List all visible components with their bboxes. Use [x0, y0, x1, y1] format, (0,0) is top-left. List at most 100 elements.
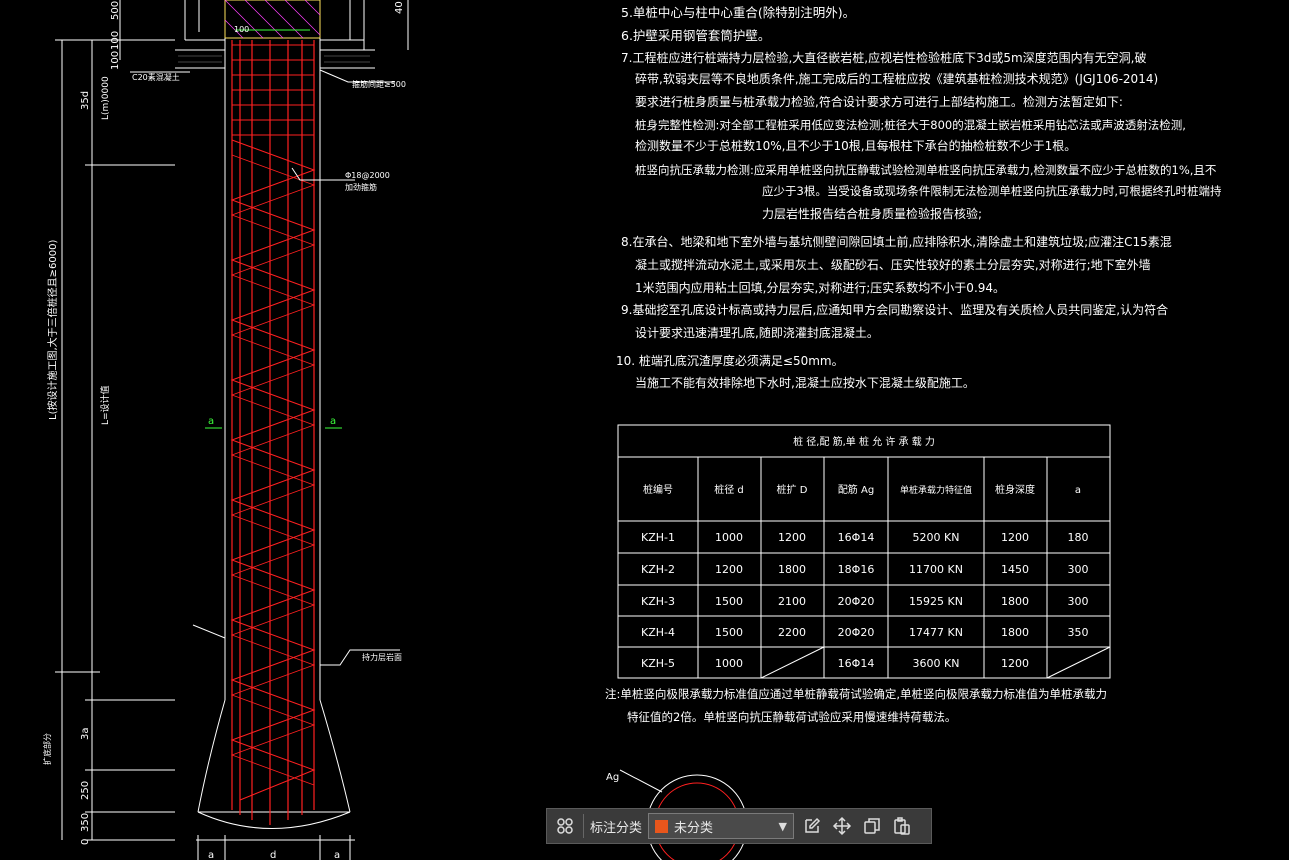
table-cell: 20Φ20 [838, 595, 875, 608]
table-cell: KZH-2 [641, 563, 675, 576]
note-7a: 7.工程桩应进行桩端持力层检验,大直径嵌岩桩,应视岩性检验桩底下3d或5m深度范… [621, 50, 1146, 65]
dim-350: 350 [80, 813, 91, 832]
note-7b: 碎带,软弱夹层等不良地质条件,施工完成后的工程桩应按《建筑基桩检测技术规范》(J… [635, 71, 1158, 86]
table-cell: 180 [1068, 531, 1089, 544]
note-7c: 要求进行桩身质量与桩承载力检验,符合设计要求方可进行上部结构施工。检测方法暂定如… [635, 94, 1123, 109]
label-a-bottom-left: a [208, 850, 214, 860]
table-cell: 1200 [715, 563, 743, 576]
construction-notes: 5.单桩中心与柱中心重合(除特别注明外)。 6.护壁采用钢管套筒护壁。 7.工程… [616, 5, 1222, 390]
toolbar-divider [583, 814, 584, 838]
dim-l-sub: L=设计值 [99, 385, 111, 425]
table-cell: 20Φ20 [838, 626, 875, 639]
table-cell: 1800 [1001, 595, 1029, 608]
paste-icon[interactable] [890, 814, 914, 838]
label-stirrup-spacing: 箍筋间距≥500 [352, 79, 406, 89]
note-8a: 8.在承台、地梁和地下室外墙与基坑侧壁间隙回填土前,应排除积水,清除虚土和建筑垃… [621, 234, 1172, 249]
note-6: 6.护壁采用钢管套筒护壁。 [621, 28, 770, 43]
table-title: 桩 径,配 筋,单 桩 允 许 承 载 力 [793, 435, 935, 448]
table-header-cell: 桩身深度 [995, 483, 1035, 496]
dim-3a: 3a [80, 728, 91, 741]
dim-l-total: L(按设计施工图,大于三倍桩径且≥6000) [46, 240, 59, 420]
table-cell: 11700 KN [909, 563, 963, 576]
table-cell: 1800 [1001, 626, 1029, 639]
table-header-cell: a [1075, 485, 1081, 496]
label-a-left: a [208, 416, 214, 427]
table-row: KZH-2 1200 1800 18Φ16 11700 KN 1450 300 [641, 563, 1089, 576]
dim-40: 40 [394, 1, 405, 14]
table-cell: 1000 [715, 657, 743, 670]
table-cell: 300 [1068, 595, 1089, 608]
table-header-cell: 桩径 d [714, 483, 744, 496]
dim-100b: 100 [110, 51, 121, 70]
note-8c: 1米范围内应用粘土回填,分层夯实,对称进行;压实系数均不小于0.94。 [635, 280, 1005, 295]
table-cell: 300 [1068, 563, 1089, 576]
copy-icon[interactable] [860, 814, 884, 838]
label-a-bottom-right: a [334, 850, 340, 860]
dim-35d: 35d [80, 91, 91, 110]
table-header-row: 桩编号 桩径 d 桩扩 D 配筋 Ag 单桩承载力特征值 桩身深度 a [643, 483, 1081, 496]
note-5: 5.单桩中心与柱中心重合(除特别注明外)。 [621, 5, 855, 20]
table-cell: 1500 [715, 595, 743, 608]
table-cell: 1200 [1001, 531, 1029, 544]
table-row: KZH-5 1000 16Φ14 3600 KN 1200 [641, 657, 1029, 670]
cad-drawing-canvas[interactable]: 500 100 100 40 35d L(m)0000 L(按设计施工图,大于三… [0, 0, 1289, 860]
annotation-toolbar: 标注分类 未分类 ▼ [546, 808, 932, 844]
note-7e: 检测数量不少于总桩数10%,且不少于10根,且每根柱下承台的抽检桩数不少于1根。 [635, 138, 1076, 153]
label-bearing-layer: 持力层岩面 [362, 652, 402, 662]
label-d-bottom: d [270, 850, 276, 860]
table-cell: 1800 [778, 563, 806, 576]
table-cell: 350 [1068, 626, 1089, 639]
table-row: KZH-3 1500 2100 20Φ20 15925 KN 1800 300 [641, 595, 1089, 608]
table-row: KZH-1 1000 1200 16Φ14 5200 KN 1200 180 [641, 531, 1089, 544]
table-cell: 17477 KN [909, 626, 963, 639]
table-note-a: 注:单桩竖向极限承载力标准值应通过单桩静载荷试验确定,单桩竖向极限承载力标准值为… [605, 687, 1107, 701]
table-cell: 1500 [715, 626, 743, 639]
table-header-cell: 配筋 Ag [838, 483, 874, 496]
table-cell: 1200 [778, 531, 806, 544]
note-7g: 应少于3根。当受设备或现场条件限制无法检测单桩竖向抗压承载力时,可根据终孔时桩端… [762, 184, 1222, 198]
dim-100a: 100 [110, 31, 121, 50]
label-spiral: Φ18@2000 [345, 171, 390, 180]
note-7f: 桩竖向抗压承载力检测:应采用单桩竖向抗压静载试验检测单桩竖向抗压承载力,检测数量… [635, 163, 1217, 177]
table-cell: 16Φ14 [838, 657, 875, 670]
table-cell: 18Φ16 [838, 563, 875, 576]
edit-icon[interactable] [800, 814, 824, 838]
category-select-value: 未分类 [674, 820, 714, 836]
note-10a: 10. 桩端孔底沉渣厚度必须满足≤50mm。 [616, 353, 844, 368]
table-cell: KZH-5 [641, 657, 675, 670]
label-a-right: a [330, 416, 336, 427]
table-cell: 2200 [778, 626, 806, 639]
table-cell: 1000 [715, 531, 743, 544]
note-9b: 设计要求迅速清理孔底,随即浇灌封底混凝土。 [635, 325, 879, 340]
note-8b: 凝土或搅拌流动水泥土,或采用灰土、级配砂石、压实性较好的素土分层夯实,对称进行;… [635, 257, 1151, 272]
table-header-cell: 桩编号 [643, 483, 673, 496]
table-note-b: 特征值的2倍。单桩竖向抗压静载荷试验应采用慢速维持荷载法。 [627, 710, 956, 724]
table-cell: KZH-4 [641, 626, 675, 639]
note-7h: 力层岩性报告结合桩身质量检验报告核验; [762, 206, 982, 221]
label-100: 100 [234, 25, 249, 34]
table-cell: 1450 [1001, 563, 1029, 576]
dim-0: 0 [80, 839, 91, 845]
grid-apps-icon[interactable] [553, 814, 577, 838]
table-cell: 5200 KN [913, 531, 960, 544]
table-cell: KZH-1 [641, 531, 675, 544]
label-c20: C20素混凝土 [132, 72, 180, 82]
table-cell: 15925 KN [909, 595, 963, 608]
table-header-cell: 单桩承载力特征值 [900, 484, 972, 496]
label-spiral-2: 加劲箍筋 [345, 182, 377, 192]
note-9a: 9.基础挖至孔底设计标高或持力层后,应通知甲方会同勘察设计、监理及有关质检人员共… [621, 302, 1168, 317]
move-icon[interactable] [830, 814, 854, 838]
note-10b: 当施工不能有效排除地下水时,混凝土应按水下混凝土级配施工。 [635, 375, 975, 390]
chevron-down-icon: ▼ [778, 819, 788, 833]
pile-dimension-labels: 500 100 100 40 35d L(m)0000 L(按设计施工图,大于三… [42, 1, 619, 860]
table-row: KZH-4 1500 2200 20Φ20 17477 KN 1800 350 [641, 626, 1089, 639]
table-cell: 2100 [778, 595, 806, 608]
label-ag: Ag [606, 772, 619, 783]
table-header-cell: 桩扩 D [777, 483, 808, 496]
table-cell: 16Φ14 [838, 531, 875, 544]
annotation-category-select[interactable]: 未分类 ▼ [648, 813, 795, 839]
table-cell: KZH-3 [641, 595, 675, 608]
label-expanded-base: 扩底部分 [42, 733, 52, 765]
table-cell: 1200 [1001, 657, 1029, 670]
category-color-swatch [655, 819, 669, 833]
